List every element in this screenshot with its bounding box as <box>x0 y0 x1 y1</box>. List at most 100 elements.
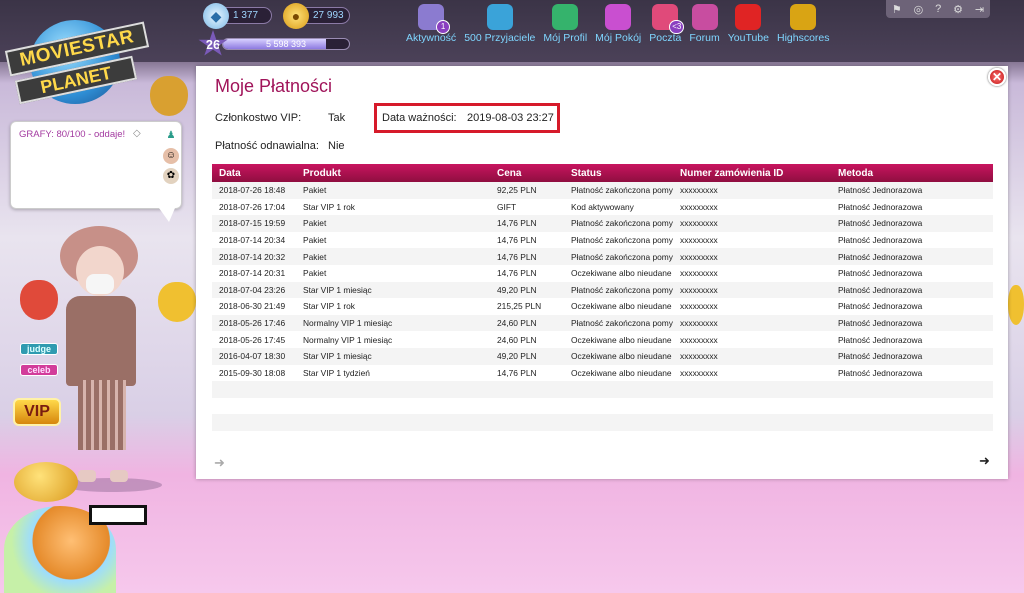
table-cell: xxxxxxxxx <box>680 301 718 312</box>
payments-panel: Moje Płatności Członkostwo VIP: Tak Data… <box>196 66 1008 479</box>
table-cell: GIFT <box>497 201 517 212</box>
table-cell: Kod aktywowany <box>571 201 634 212</box>
avatar-face-icon[interactable]: ☺ <box>163 148 179 164</box>
table-cell: xxxxxxxxx <box>680 201 718 212</box>
table-cell: Płatność zakończona pomy <box>571 185 673 196</box>
table-cell: 92,25 PLN <box>497 185 537 196</box>
table-row[interactable]: 2018-07-04 23:26 Star VIP 1 miesiąc 49,20 … <box>212 281 993 299</box>
table-cell: 14,76 PLN <box>497 367 537 378</box>
column-header[interactable]: Cena <box>490 164 564 182</box>
empty-row <box>212 381 993 398</box>
table-row[interactable]: 2018-07-14 20:34 Pakiet 14,76 PLN Płatność … <box>212 231 993 249</box>
avatar-mask <box>86 274 114 294</box>
table-row[interactable]: 2016-04-07 18:30 Star VIP 1 miesiąc 49,20 … <box>212 347 993 365</box>
table-header: Data Produkt Cena Status Numer zamówienia ID… <box>212 164 993 182</box>
column-header[interactable]: Data <box>212 164 296 182</box>
vip-membership-label: Członkostwo VIP: <box>215 112 302 124</box>
table-cell: 14,76 PLN <box>497 251 537 262</box>
top-bar: ◆ 1 377 ● 27 993 5 598 393 26 1 Aktywność… <box>0 0 1024 62</box>
table-cell: 49,20 PLN <box>497 284 537 295</box>
table-cell: Oczekiwane albo nieudane <box>571 351 672 362</box>
nav-item-forum[interactable]: Forum <box>685 4 723 44</box>
dance-icon[interactable]: ♟ <box>163 128 179 144</box>
judge-badge[interactable]: judge <box>20 343 58 355</box>
table-cell: Oczekiwane albo nieudane <box>571 268 672 279</box>
gear-icon[interactable]: ⚙ <box>953 3 963 16</box>
nav-item-trophy[interactable]: Highscores <box>773 4 834 44</box>
empty-cell <box>212 414 993 431</box>
diamonds-value: 1 377 <box>233 10 259 21</box>
logout-icon[interactable]: ⇥ <box>975 3 984 16</box>
nav-label: Highscores <box>776 32 830 44</box>
table-cell: 14,76 PLN <box>497 218 537 229</box>
table-cell: Płatność Jednorazowa <box>838 251 923 262</box>
nav-item-youtube[interactable]: YouTube <box>724 4 773 44</box>
coins-counter[interactable]: ● 27 993 <box>283 3 350 29</box>
table-cell: Płatność Jednorazowa <box>838 268 923 279</box>
table-cell: Płatność zakończona pomy <box>571 218 673 229</box>
table-cell: Pakiet <box>303 251 327 262</box>
column-header[interactable]: Numer zamówienia ID <box>673 164 831 182</box>
table-row[interactable]: 2018-07-14 20:32 Pakiet 14,76 PLN Płatność … <box>212 248 993 265</box>
nav-badge: 1 <box>436 20 451 34</box>
table-cell: 2015-09-30 18:08 <box>219 367 286 378</box>
status-bubble[interactable]: GRAFY: 80/100 - oddaje! ◇ ♟ ☺ ✿ <box>10 121 182 222</box>
moviestar-planet-logo[interactable]: MOVIESTAR PLANET <box>2 14 152 106</box>
table-cell: xxxxxxxxx <box>680 284 718 295</box>
help-icon[interactable]: ? <box>935 3 941 15</box>
column-header[interactable]: Metoda <box>831 164 993 182</box>
level-value: 26 <box>205 36 221 52</box>
table-cell: Normalny VIP 1 miesiąc <box>303 334 393 345</box>
expiry-date-value: 2019-08-03 23:27 <box>467 112 554 124</box>
close-button[interactable]: ✕ <box>988 68 1006 86</box>
nav-item-mail[interactable]: <3 Poczta <box>645 4 685 44</box>
column-header[interactable]: Status <box>564 164 673 182</box>
column-header[interactable]: Produkt <box>296 164 490 182</box>
table-row[interactable]: 2018-05-26 17:45 Normalny VIP 1 miesiąc 24… <box>212 331 993 348</box>
expiry-date-label: Data ważności: <box>382 112 457 124</box>
nav-item-activity[interactable]: 1 Aktywność <box>402 4 460 44</box>
nav-item-friends[interactable]: 500 Przyjaciele <box>460 4 539 44</box>
diamonds-counter[interactable]: ◆ 1 377 <box>203 3 272 29</box>
flag-icon[interactable]: ⚑ <box>892 3 902 16</box>
nav-label: Mój Profil <box>543 32 588 44</box>
table-cell: Star VIP 1 rok <box>303 301 355 312</box>
table-cell: Płatność Jednorazowa <box>838 318 923 329</box>
table-cell: xxxxxxxxx <box>680 318 718 329</box>
table-row[interactable]: 2018-06-30 21:49 Star VIP 1 rok 215,25 PLN… <box>212 298 993 315</box>
table-row[interactable]: 2018-07-14 20:31 Pakiet 14,76 PLN Oczekiwan… <box>212 264 993 282</box>
table-cell: Pakiet <box>303 235 327 246</box>
diamond-icon: ◇ <box>133 128 141 139</box>
table-cell: xxxxxxxxx <box>680 218 718 229</box>
vip-badge[interactable]: VIP <box>13 398 61 426</box>
table-row[interactable]: 2018-05-26 17:46 Normalny VIP 1 miesiąc 24… <box>212 314 993 332</box>
friends-icon <box>486 4 513 30</box>
celeb-badge[interactable]: celeb <box>20 364 58 376</box>
nav-label: YouTube <box>727 32 769 44</box>
table-cell: 2018-07-14 20:34 <box>219 235 286 246</box>
table-cell: Płatność Jednorazowa <box>838 284 923 295</box>
table-row[interactable]: 2018-07-26 18:48 Pakiet 92,25 PLN Płatność … <box>212 182 993 199</box>
table-row[interactable]: 2018-07-26 17:04 Star VIP 1 rok GIFT Kod ak… <box>212 198 993 216</box>
nav-item-room[interactable]: Mój Pokój <box>591 4 645 44</box>
table-row[interactable]: 2015-09-30 18:08 Star VIP 1 tydzień 14,76 … <box>212 364 993 382</box>
table-cell: Pakiet <box>303 185 327 196</box>
pet-icon[interactable]: ✿ <box>163 168 179 184</box>
table-cell: 24,60 PLN <box>497 334 537 345</box>
piggy-bank-icon[interactable] <box>14 462 78 502</box>
status-text: GRAFY: 80/100 - oddaje! <box>19 129 126 140</box>
table-cell: Płatność Jednorazowa <box>838 235 923 246</box>
table-row[interactable]: 2018-07-15 19:59 Pakiet 14,76 PLN Płatność … <box>212 215 993 232</box>
nav-item-profile[interactable]: Mój Profil <box>539 4 591 44</box>
table-cell: Płatność Jednorazowa <box>838 185 923 196</box>
avatar-coat <box>66 296 136 386</box>
table-cell: 2018-07-04 23:26 <box>219 284 286 295</box>
next-page-arrow-icon[interactable]: ➜ <box>979 453 990 469</box>
previous-page-arrow-icon[interactable]: ➜ <box>214 455 225 471</box>
table-cell: xxxxxxxxx <box>680 185 718 196</box>
circle-icon[interactable]: ◎ <box>914 3 924 16</box>
table-cell: xxxxxxxxx <box>680 268 718 279</box>
redacted-box <box>89 505 147 525</box>
table-cell: 49,20 PLN <box>497 351 537 362</box>
avatar[interactable] <box>52 220 172 495</box>
